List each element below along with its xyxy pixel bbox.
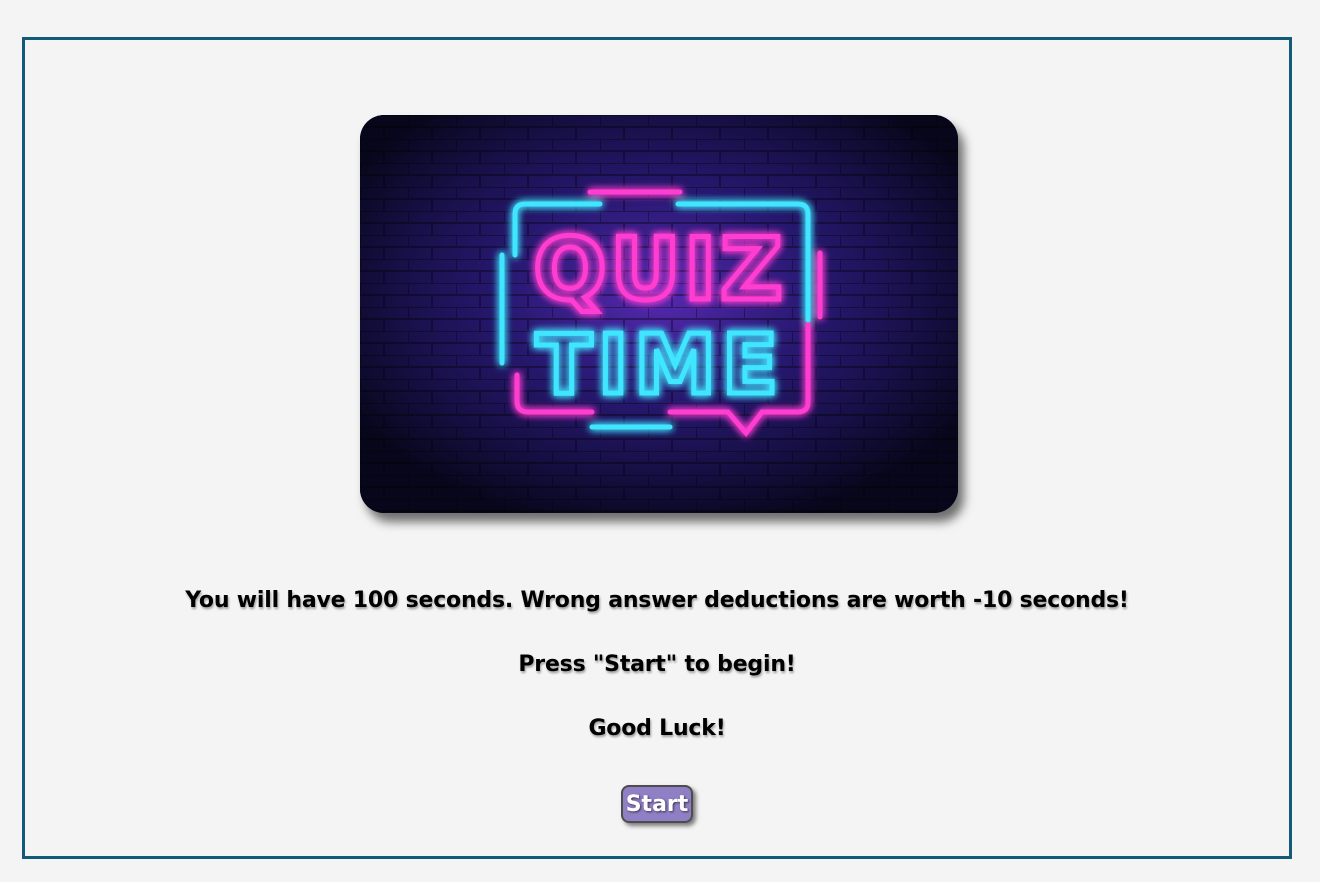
start-button[interactable]: Start <box>621 785 693 823</box>
quiz-time-banner-image: QUIZ TIME <box>360 115 958 513</box>
start-prompt-message: Press "Start" to begin! <box>518 652 796 677</box>
good-luck-message: Good Luck! <box>588 716 726 741</box>
quiz-container: QUIZ TIME You will have 100 seconds. Wro… <box>22 37 1292 859</box>
banner-time-text: TIME <box>536 318 784 413</box>
rules-message: You will have 100 seconds. Wrong answer … <box>185 588 1129 613</box>
banner-quiz-text: QUIZ <box>533 220 786 320</box>
